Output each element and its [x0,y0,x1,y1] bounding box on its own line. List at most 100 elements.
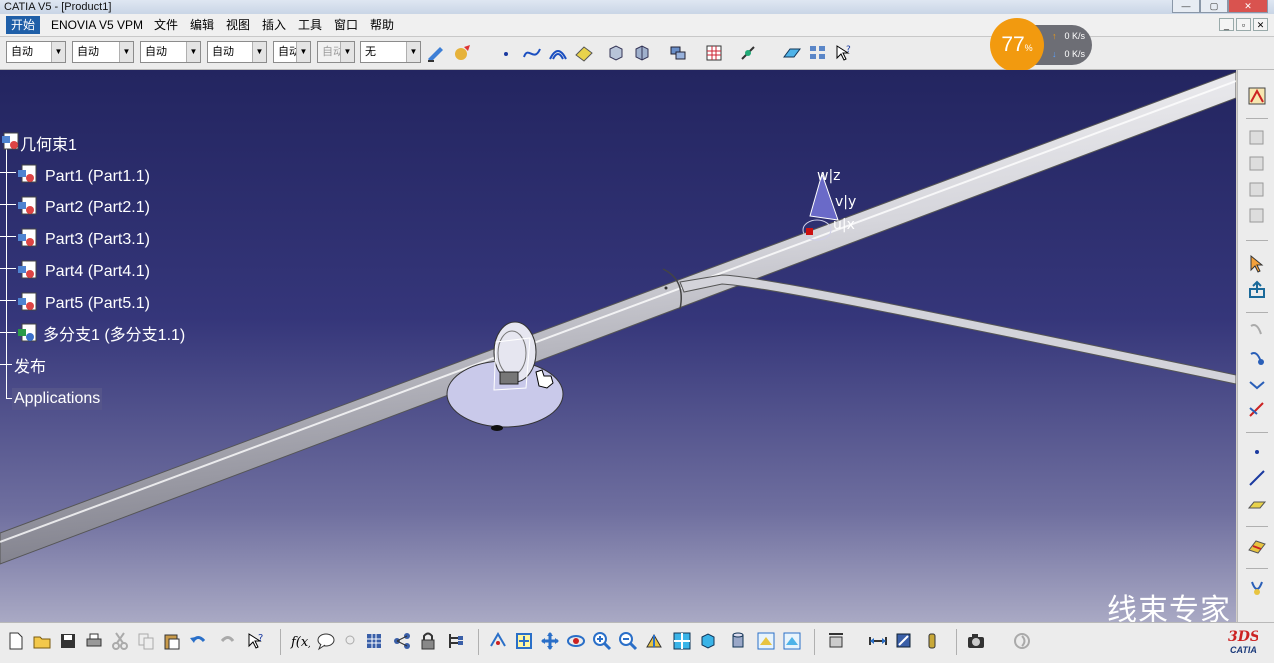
knowledge-icon[interactable] [340,631,360,651]
paste-icon[interactable] [162,631,182,651]
assembly-icon[interactable] [668,43,688,63]
save-icon[interactable] [58,631,78,651]
multi-view-icon[interactable] [672,631,692,651]
undo-icon[interactable] [188,631,208,651]
bundle-segment-icon[interactable] [1247,128,1267,148]
part-icon[interactable] [16,195,38,217]
cut-icon[interactable] [110,631,130,651]
menu-file[interactable]: 文件 [149,16,183,34]
solid-icon[interactable] [606,43,626,63]
curve-icon[interactable] [548,43,568,63]
swap-visible-space-icon[interactable] [782,631,802,651]
table-icon[interactable] [704,43,724,63]
layer-combo[interactable]: 无 ▼ [360,41,421,63]
menu-help[interactable]: 帮助 [365,16,399,34]
product-icon[interactable] [0,130,22,152]
menu-edit[interactable]: 编辑 [185,16,219,34]
measure-inertia-icon[interactable] [922,631,942,651]
route-icon[interactable] [1247,320,1267,340]
copy-icon[interactable] [136,631,156,651]
fly-mode-icon[interactable] [488,631,508,651]
measure-item-icon[interactable] [894,631,914,651]
open-folder-icon[interactable] [32,631,52,651]
tree-item-part4[interactable]: Part4 (Part4.1) [45,261,150,283]
redo-icon[interactable] [218,631,238,651]
restore-button[interactable]: ▢ [1200,0,1228,13]
part-icon[interactable] [16,227,38,249]
part-icon[interactable] [16,163,38,185]
line-thickness-combo[interactable]: 自动 ▼ [207,41,267,63]
whats-this-icon[interactable]: ? [246,631,266,651]
line-tool-icon[interactable] [1247,468,1267,488]
zoom-in-icon[interactable] [592,631,612,651]
properties-brush-icon[interactable] [452,43,472,63]
print-icon[interactable] [84,631,104,651]
menu-start[interactable]: 开始 [6,16,41,34]
fill-color-combo[interactable]: 自动 ▼ [6,41,66,63]
iso-view-icon[interactable] [698,631,718,651]
capture-camera-icon[interactable] [966,631,986,651]
line-color-combo[interactable]: 自动 ▼ [140,41,201,63]
design-table-icon[interactable] [364,631,384,651]
transparency-combo[interactable]: 自动 ▼ [72,41,134,63]
tree-root-label[interactable]: 几何束1 [20,135,77,157]
point-icon[interactable] [496,43,516,63]
export-icon[interactable] [1247,280,1267,300]
plane-tool-icon[interactable] [1247,494,1267,514]
comment-icon[interactable] [316,631,336,651]
spec-tree-icon[interactable] [446,631,466,651]
tree-item-part5[interactable]: Part5 (Part5.1) [45,293,150,315]
multi-branch-icon[interactable] [16,322,38,344]
tree-item-part3[interactable]: Part3 (Part3.1) [45,229,150,251]
menu-view[interactable]: 视图 [221,16,255,34]
new-file-icon[interactable] [6,631,26,651]
plane-icon[interactable] [782,43,802,63]
mdi-restore-button[interactable]: ▫ [1236,18,1251,31]
mdi-minimize-button[interactable]: _ [1219,18,1234,31]
formula-icon[interactable]: f(x) [290,631,310,651]
rotate-icon[interactable] [566,631,586,651]
local-slack-icon[interactable] [1247,374,1267,394]
menu-tools[interactable]: 工具 [293,16,327,34]
help-cursor-icon[interactable]: ? [834,43,854,63]
fit-all-icon[interactable] [514,631,534,651]
update-icon[interactable] [1012,631,1032,651]
protection-icon[interactable] [1247,154,1267,174]
tree-item-part1[interactable]: Part1 (Part1.1) [45,166,150,188]
measure-icon[interactable] [738,43,758,63]
3d-viewport[interactable]: w|z v|y u|x 几何束1 Part1 (Part1.1) Part2 (… [0,70,1236,622]
tree-item-publish[interactable]: 发布 [14,357,46,379]
close-button[interactable]: ✕ [1228,0,1268,13]
menu-window[interactable]: 窗口 [329,16,363,34]
hide-show-icon[interactable] [756,631,776,651]
tree-item-multi-branch[interactable]: 多分支1 (多分支1.1) [43,325,185,347]
menu-enovia[interactable]: ENOVIA V5 VPM [46,16,148,34]
relations-icon[interactable] [392,631,412,651]
line-type-combo[interactable]: 自动 ▼ [273,41,311,63]
move-icon[interactable] [826,631,846,651]
solid-alt-icon[interactable] [632,43,652,63]
point-symbol-combo[interactable]: 自动 ▼ [317,41,355,63]
route-def-icon[interactable] [1247,348,1267,368]
shading-icon[interactable] [728,631,748,651]
zoom-out-icon[interactable] [618,631,638,651]
catalog-icon[interactable] [808,43,828,63]
branch-point-icon[interactable] [1247,400,1267,420]
pan-icon[interactable] [540,631,560,651]
part-icon[interactable] [16,291,38,313]
tree-item-part2[interactable]: Part2 (Part2.1) [45,197,150,219]
connector-icon[interactable] [1247,206,1267,226]
point-tool-icon[interactable] [1247,442,1267,462]
flatten-icon[interactable] [1247,578,1267,598]
mdi-close-button[interactable]: ✕ [1253,18,1268,31]
lock-icon[interactable] [418,631,438,651]
surface-icon[interactable] [574,43,594,63]
normal-view-icon[interactable] [644,631,664,651]
measure-between-icon[interactable] [868,631,888,651]
painter-icon[interactable] [426,43,446,63]
menu-insert[interactable]: 插入 [257,16,291,34]
spline-icon[interactable] [522,43,542,63]
workbench-icon[interactable] [1247,86,1267,106]
minimize-button[interactable]: — [1172,0,1200,13]
analysis-icon[interactable] [1247,536,1267,556]
